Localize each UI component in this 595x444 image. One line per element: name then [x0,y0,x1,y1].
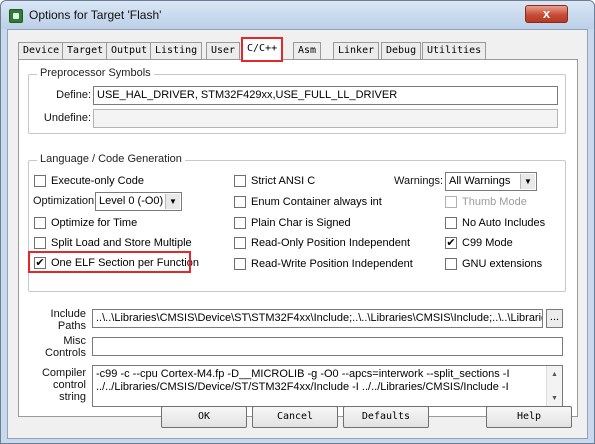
scroll-up-icon[interactable]: ▲ [547,368,562,380]
window-title: Options for Target 'Flash' [29,8,162,22]
tab-target[interactable]: Target [62,42,109,60]
vertical-scrollbar[interactable]: ▲ ▼ [546,366,562,406]
tab-device[interactable]: Device [18,42,65,60]
enum-container-label: Enum Container always int [251,196,382,208]
rw-position-independent-checkbox[interactable]: Read-Write Position Independent [234,257,414,271]
compiler-control-label-line3: string [59,391,86,403]
compiler-control-string[interactable]: -c99 -c --cpu Cortex-M4.fp -D__MICROLIB … [92,365,563,407]
include-paths-field[interactable]: ..\..\Libraries\CMSIS\Device\ST\STM32F4x… [92,309,543,328]
close-button[interactable]: x [525,5,568,23]
checkbox-box [234,196,246,208]
compiler-control-line2: ../../Libraries/CMSIS/Device/ST/STM32F4x… [96,381,509,393]
checkbox-box [445,258,457,270]
ok-button[interactable]: OK [161,406,247,428]
checkbox-box [234,217,246,229]
enum-container-checkbox[interactable]: Enum Container always int [234,195,394,209]
define-label: Define: [56,89,91,101]
preprocessor-group: Preprocessor Symbols Define: USE_HAL_DRI… [28,67,566,134]
tab-user[interactable]: User [206,42,241,60]
include-paths-label-line2: Paths [57,320,86,332]
checkbox-box [234,175,246,187]
undefine-label: Undefine: [43,112,91,124]
plain-char-signed-checkbox[interactable]: Plain Char is Signed [234,216,394,230]
checkbox-box [445,196,457,208]
help-button[interactable]: Help [486,406,572,428]
checkbox-box [234,237,246,249]
tab-output[interactable]: Output [106,42,153,60]
include-paths-label-line1: Include [50,308,86,320]
strict-ansi-label: Strict ANSI C [251,175,316,187]
optimize-time-checkbox[interactable]: Optimize for Time [34,216,174,230]
check-icon: ✔ [445,237,457,249]
checkbox-box [34,175,46,187]
preprocessor-group-title: Preprocessor Symbols [37,67,154,79]
options-dialog: Options for Target 'Flash' x Device Targ… [0,0,595,444]
misc-controls-label-line2: Controls [45,347,86,359]
plain-char-signed-label: Plain Char is Signed [251,217,351,229]
checkbox-box [34,217,46,229]
checkbox-box [234,258,246,270]
close-icon: x [542,6,551,21]
tab-utilities[interactable]: Utilities [422,42,487,60]
language-group: Language / Code Generation Execute-only … [28,153,566,292]
misc-controls-field[interactable] [92,337,563,356]
compiler-control-label-line1: Compiler [41,367,86,379]
chevron-down-icon: ▼ [165,194,180,209]
compiler-control-label-line2: control [52,379,86,391]
chevron-down-icon: ▼ [520,174,535,189]
tab-listing[interactable]: Listing [150,42,203,60]
optimization-select[interactable]: Level 0 (-O0) ▼ [95,192,182,211]
misc-controls-label-line1: Misc [63,335,86,347]
cancel-button[interactable]: Cancel [252,406,338,428]
compiler-control-line1: -c99 -c --cpu Cortex-M4.fp -D__MICROLIB … [96,368,510,380]
ro-position-independent-checkbox[interactable]: Read-Only Position Independent [234,236,414,250]
ro-position-independent-label: Read-Only Position Independent [251,237,410,249]
no-auto-includes-label: No Auto Includes [462,217,546,229]
strict-ansi-checkbox[interactable]: Strict ANSI C [234,174,374,188]
c99-mode-label: C99 Mode [462,237,513,249]
no-auto-includes-checkbox[interactable]: No Auto Includes [445,216,563,230]
tab-asm[interactable]: Asm [293,42,322,60]
scroll-down-icon[interactable]: ▼ [547,392,562,404]
define-field[interactable]: USE_HAL_DRIVER, STM32F429xx,USE_FULL_LL_… [93,86,558,105]
warnings-value: All Warnings [449,175,511,187]
defaults-button[interactable]: Defaults [343,406,429,428]
misc-controls-label: Misc Controls [24,335,86,359]
tab-debug[interactable]: Debug [381,42,422,60]
split-load-store-label: Split Load and Store Multiple [51,237,192,249]
split-load-store-checkbox[interactable]: Split Load and Store Multiple [34,236,214,250]
keil-uvision-icon [9,9,23,23]
dialog-client-area: Device Target Output Listing User C/C++ … [7,29,588,439]
optimization-label: Optimization: [33,195,98,207]
compiler-control-label: Compiler control string [24,367,86,403]
warnings-label: Warnings: [394,175,444,187]
tab-linker[interactable]: Linker [333,42,380,60]
language-group-title: Language / Code Generation [37,153,185,165]
include-paths-label: Include Paths [24,308,86,332]
rw-position-independent-label: Read-Write Position Independent [251,258,413,270]
thumb-mode-checkbox[interactable]: Thumb Mode [445,195,555,209]
include-paths-browse-button[interactable]: ... [546,309,563,328]
optimize-time-label: Optimize for Time [51,217,138,229]
execute-only-label: Execute-only Code [51,175,144,187]
title-bar[interactable]: Options for Target 'Flash' x [1,1,594,29]
cpp-tab-panel: Preprocessor Symbols Define: USE_HAL_DRI… [18,59,578,417]
highlight-box [28,251,191,273]
c99-mode-checkbox[interactable]: ✔ C99 Mode [445,236,555,250]
gnu-extensions-checkbox[interactable]: GNU extensions [445,257,563,271]
checkbox-box [34,237,46,249]
tab-c-cpp[interactable]: C/C++ [240,37,284,62]
undefine-field[interactable] [93,109,558,128]
warnings-select[interactable]: All Warnings ▼ [445,172,537,191]
checkbox-box [445,217,457,229]
execute-only-checkbox[interactable]: Execute-only Code [34,174,174,188]
thumb-mode-label: Thumb Mode [462,196,527,208]
optimization-value: Level 0 (-O0) [99,195,164,207]
gnu-extensions-label: GNU extensions [462,258,543,270]
